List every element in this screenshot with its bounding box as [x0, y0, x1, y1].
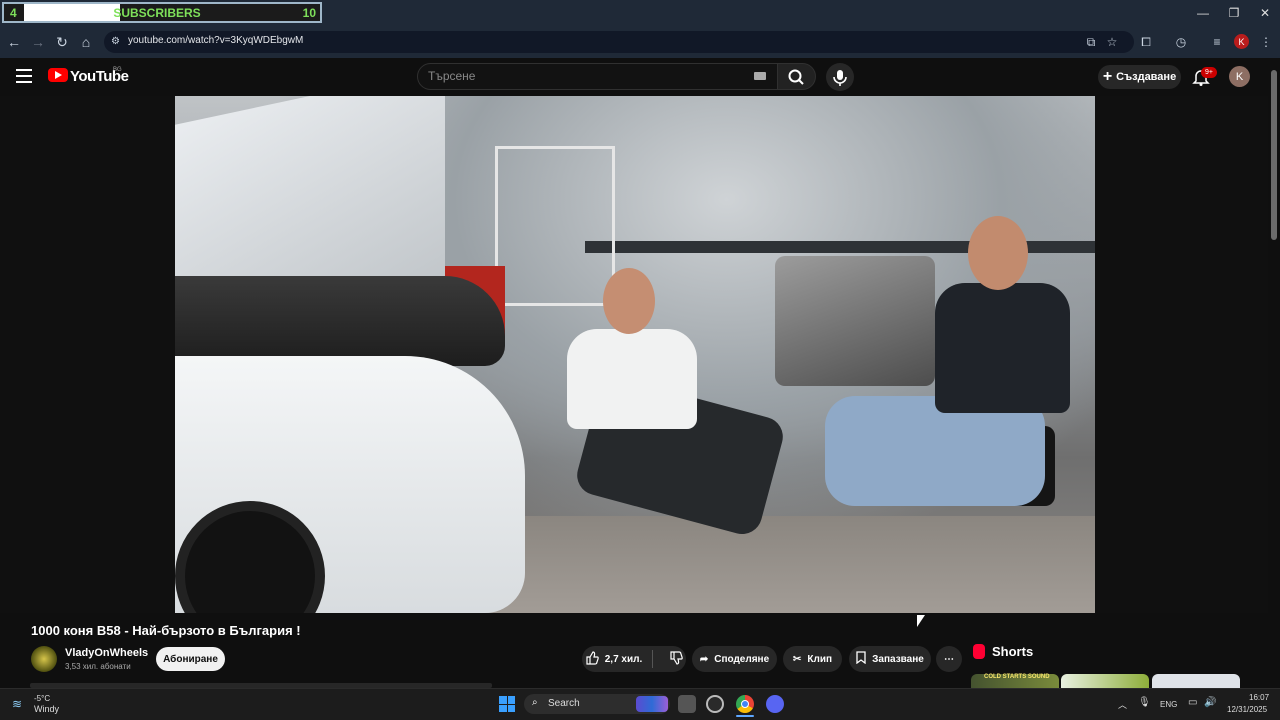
- dislike-button[interactable]: [659, 650, 684, 668]
- search-button[interactable]: [777, 63, 816, 90]
- app-icon[interactable]: [706, 695, 724, 713]
- close-icon[interactable]: ✕: [1250, 4, 1280, 22]
- microphone-icon: [833, 70, 847, 86]
- wind-weather-icon[interactable]: ≋: [12, 697, 28, 711]
- country-code: BG: [113, 67, 122, 73]
- more-actions-button[interactable]: ⋯: [936, 646, 962, 672]
- short-thumbnail-caption: COLD STARTS SOUND: [984, 674, 1050, 680]
- subscriber-counter-overlay: 4 SUBSCRIBERS 10: [2, 2, 322, 23]
- share-label: Споделяне: [714, 653, 770, 665]
- search-icon: [788, 69, 804, 85]
- account-avatar[interactable]: K: [1229, 66, 1250, 87]
- network-icon[interactable]: ▭: [1188, 697, 1197, 708]
- weather-temperature[interactable]: -5°C: [34, 694, 50, 703]
- create-label: Създаване: [1116, 71, 1177, 83]
- channel-name[interactable]: VladyOnWheels: [65, 647, 148, 659]
- clip-label: Клип: [807, 653, 833, 665]
- notification-badge: 9+: [1201, 67, 1217, 78]
- active-app-indicator: [736, 715, 754, 717]
- task-view-icon[interactable]: [678, 695, 696, 713]
- voice-search-button[interactable]: [826, 63, 854, 91]
- restore-icon[interactable]: ❐: [1219, 4, 1249, 22]
- site-info-icon[interactable]: ⚙: [111, 36, 120, 47]
- video-title: 1000 коня B58 - Най-бързото в България !: [31, 623, 301, 638]
- create-button[interactable]: + Създаване: [1098, 65, 1181, 89]
- thumbs-up-icon: [585, 650, 599, 668]
- volume-icon[interactable]: 🔊: [1204, 697, 1216, 708]
- share-button[interactable]: ➦ Споделяне: [692, 646, 777, 672]
- weather-description[interactable]: Windy: [34, 704, 59, 714]
- browser-menu-icon[interactable]: ⋮: [1257, 33, 1275, 51]
- taskbar-search-icon: ⌕: [532, 697, 538, 708]
- short-thumbnail[interactable]: [1152, 674, 1240, 688]
- mouse-cursor-icon: [917, 615, 925, 627]
- person-right-head: [968, 216, 1028, 290]
- windows-start-icon[interactable]: [499, 696, 515, 712]
- tray-overflow-chevron-icon[interactable]: ︿: [1118, 698, 1127, 711]
- history-icon[interactable]: ◷: [1172, 33, 1190, 51]
- like-dislike-group: 2,7 хил.: [582, 646, 686, 672]
- person-right-torso: [935, 283, 1070, 413]
- hamburger-menu-icon[interactable]: [16, 69, 32, 83]
- scrollbar-thumb[interactable]: [1271, 70, 1277, 240]
- minimize-icon[interactable]: —: [1188, 4, 1218, 22]
- like-count: 2,7 хил.: [604, 653, 643, 665]
- person-left-head: [603, 268, 655, 334]
- shorts-heading: Shorts: [992, 644, 1034, 659]
- discord-icon[interactable]: [766, 695, 784, 713]
- engine-bay: [175, 276, 505, 366]
- clock-date[interactable]: 12/31/2025: [1227, 705, 1267, 714]
- like-button[interactable]: 2,7 хил.: [585, 650, 654, 668]
- search-placeholder[interactable]: Търсене: [428, 69, 475, 83]
- overlay-right-count: 10: [290, 4, 320, 21]
- install-app-icon[interactable]: ⧉: [1082, 33, 1100, 51]
- url-text[interactable]: youtube.com/watch?v=3KyqWDEbgwM: [128, 35, 303, 46]
- keyboard-icon[interactable]: [754, 72, 766, 80]
- overlay-left-count: 4: [4, 4, 24, 21]
- back-icon[interactable]: ←: [4, 33, 24, 51]
- share-arrow-icon: ➦: [699, 653, 709, 665]
- scissors-icon: ✂: [792, 653, 802, 665]
- engine-block: [775, 256, 935, 386]
- search-highlight-image[interactable]: [636, 696, 668, 712]
- wall-shelf: [495, 146, 615, 306]
- media-control-icon[interactable]: ≡: [1208, 33, 1226, 51]
- save-label: Запазване: [872, 653, 924, 665]
- reload-icon[interactable]: ↻: [52, 33, 72, 51]
- clock-time[interactable]: 16:07: [1249, 693, 1269, 702]
- thumbs-down-icon: [669, 650, 684, 668]
- chrome-icon-center: [741, 700, 749, 708]
- tray-microphone-icon[interactable]: 🎙: [1138, 697, 1151, 708]
- video-player[interactable]: [175, 96, 1095, 613]
- overlay-label: SUBSCRIBERS: [24, 4, 290, 21]
- taskbar-search-label[interactable]: Search: [548, 698, 580, 709]
- extensions-icon[interactable]: ⧠: [1137, 33, 1155, 51]
- short-thumbnail[interactable]: [1061, 674, 1149, 688]
- save-button[interactable]: Запазване: [849, 646, 931, 672]
- channel-avatar[interactable]: [31, 646, 57, 672]
- input-language[interactable]: ENG: [1160, 700, 1177, 709]
- shorts-logo-icon: [973, 644, 985, 659]
- browser-profile-avatar[interactable]: K: [1234, 34, 1249, 49]
- subscribe-button[interactable]: Абониране: [156, 647, 225, 671]
- channel-subscriber-count: 3,53 хил. абонати: [65, 662, 131, 671]
- clip-button[interactable]: ✂ Клип: [783, 646, 842, 672]
- bookmark-icon: [856, 651, 866, 667]
- person-left-torso: [567, 329, 697, 429]
- bookmark-star-icon[interactable]: ☆: [1103, 33, 1121, 51]
- youtube-logo-icon[interactable]: [48, 68, 68, 82]
- home-icon[interactable]: ⌂: [76, 33, 96, 51]
- forward-icon[interactable]: →: [28, 33, 48, 51]
- plus-icon: +: [1102, 68, 1113, 85]
